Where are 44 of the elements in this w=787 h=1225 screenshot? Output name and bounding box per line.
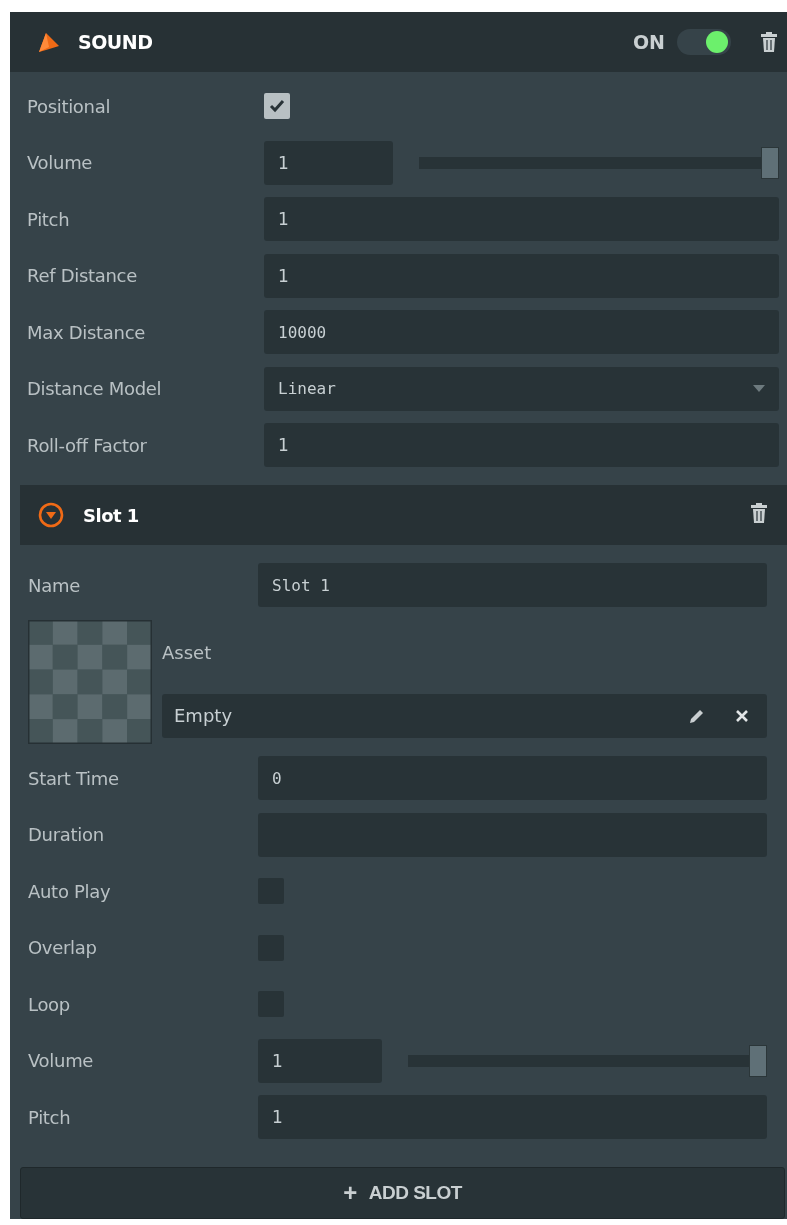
field-label: Distance Model [27,378,163,399]
trash-icon[interactable] [761,32,777,52]
field-label: Pitch [27,208,71,230]
field-label: Auto Play [28,880,112,902]
toggle-label: ON [632,31,665,53]
slot-header[interactable]: Slot 1 [20,485,787,545]
field-label: Max Distance [27,321,147,343]
toggle-switch[interactable] [677,29,731,55]
slider-handle[interactable] [749,1044,767,1077]
field-label: Volume [28,1050,95,1071]
add-slot-button[interactable]: + ADD SLOT [20,1167,785,1219]
field-label: Roll-off Factor [27,434,148,456]
input-field[interactable]: 0 [258,756,767,800]
panel-title: SOUND [78,31,153,53]
field-label: Name [28,574,81,596]
input-field[interactable]: 1 [264,197,779,241]
asset-thumbnail[interactable] [28,619,152,744]
input-field[interactable]: 1 [264,253,779,298]
field-label: Ref Distance [27,265,138,286]
field-label: Pitch [28,1106,72,1128]
input-field[interactable]: 1 [258,1095,767,1139]
input-field[interactable]: 1 [258,1038,382,1083]
field-label: Asset [162,641,213,663]
field-label: Start Time [28,767,120,789]
field-label: Duration [28,824,105,845]
slider-handle[interactable] [761,146,779,179]
close-icon[interactable] [735,708,749,723]
check-icon [269,99,285,113]
field-label: Overlap [28,937,98,958]
field-label: Positional [27,95,112,117]
input-field[interactable]: 10000 [264,310,779,354]
input-field[interactable]: 1 [264,423,779,467]
speaker-icon [38,31,60,53]
collapse-icon[interactable] [38,502,64,528]
slot-title: Slot 1 [83,504,139,526]
caret-icon [753,385,765,392]
field-label: Loop [28,993,71,1015]
input-field[interactable]: 1 [264,140,393,185]
field-label: Volume [27,152,94,173]
asset-field[interactable]: Empty [162,693,767,738]
trash-icon[interactable] [751,503,767,523]
dropdown[interactable]: Linear [264,366,779,411]
input-field[interactable]: Slot 1 [258,563,767,607]
checkbox[interactable] [264,93,290,119]
